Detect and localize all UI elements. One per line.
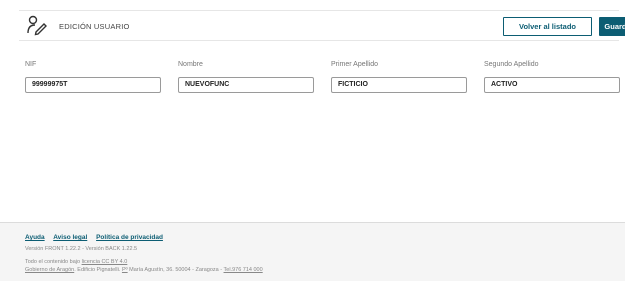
legal-notice-link[interactable]: Aviso legal — [53, 234, 87, 241]
help-link[interactable]: Ayuda — [25, 234, 45, 241]
nif-input[interactable] — [25, 76, 161, 93]
license-text: Todo el contenido bajo licencia CC BY 4.… — [25, 259, 127, 265]
nif-label: NIF — [25, 61, 37, 68]
version-info: Versión FRONT 1.22.2 - Versión BACK 1.22… — [25, 246, 138, 252]
license-prefix: Todo el contenido bajo — [25, 259, 82, 265]
nombre-label: Nombre — [178, 61, 203, 68]
page-header: EDICIÓN USUARIO Volver al listado Guarda… — [19, 10, 625, 41]
segundo-apellido-label: Segundo Apellido — [484, 61, 539, 68]
page-title: EDICIÓN USUARIO — [59, 22, 130, 31]
organization-link[interactable]: Gobierno de Aragón — [25, 267, 74, 273]
address-building: . Edificio Pignatelli. — [74, 267, 122, 273]
primer-apellido-field-group: Primer Apellido — [331, 61, 467, 93]
save-button[interactable]: Guardar — [599, 17, 625, 36]
phone-link[interactable]: Tel.976 714 000 — [224, 267, 263, 273]
back-to-list-button[interactable]: Volver al listado — [503, 17, 592, 36]
footer: Ayuda Aviso legal Política de privacidad… — [0, 222, 625, 281]
segundo-apellido-input[interactable] — [484, 76, 620, 93]
segundo-apellido-field-group: Segundo Apellido — [484, 61, 620, 93]
nombre-input[interactable] — [178, 76, 314, 93]
address-street: María Agustín, 36. 50004 - Zaragoza - — [127, 267, 224, 273]
address-text: Gobierno de Aragón. Edificio Pignatelli.… — [25, 267, 263, 273]
nif-field-group: NIF — [25, 61, 161, 93]
primer-apellido-label: Primer Apellido — [331, 61, 379, 68]
user-edit-icon — [27, 15, 47, 36]
primer-apellido-input[interactable] — [331, 76, 467, 93]
license-link[interactable]: licencia CC BY 4.0 — [82, 259, 128, 265]
privacy-policy-link[interactable]: Política de privacidad — [96, 234, 163, 241]
nombre-field-group: Nombre — [178, 61, 314, 93]
footer-links: Ayuda Aviso legal Política de privacidad — [25, 234, 170, 241]
